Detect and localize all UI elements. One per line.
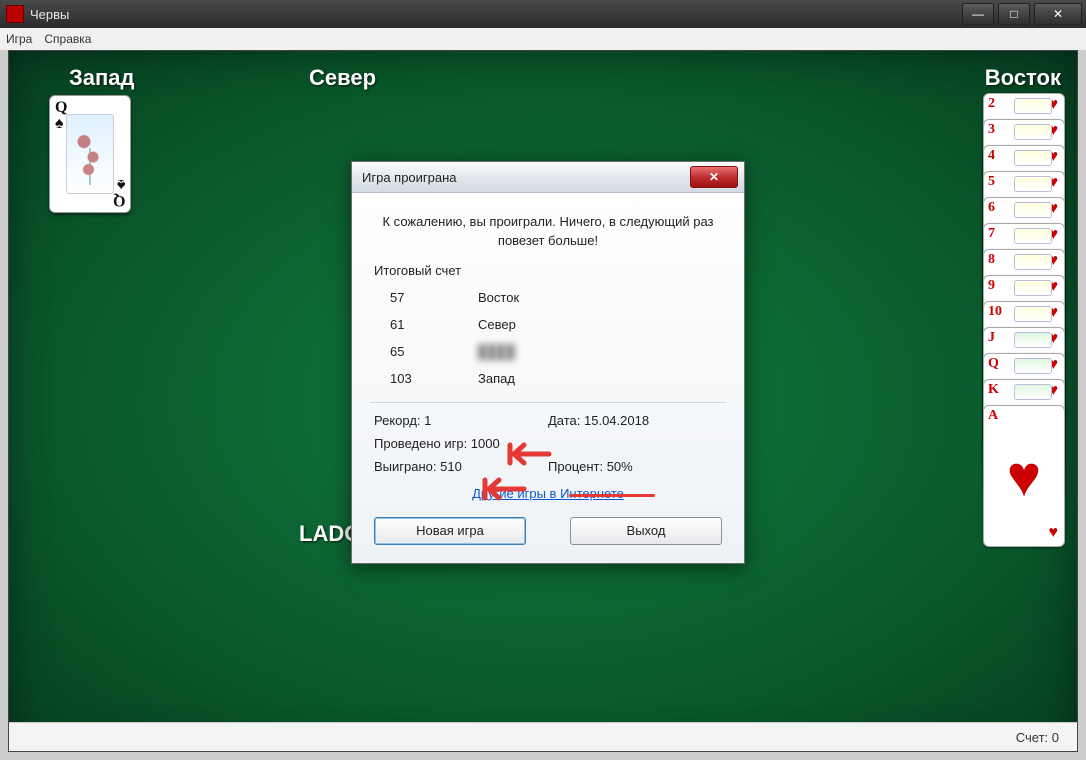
stat-date: Дата: 15.04.2018: [548, 413, 722, 428]
new-game-button[interactable]: Новая игра: [374, 517, 526, 545]
stat-record: Рекорд: 1: [374, 413, 548, 428]
menu-game[interactable]: Игра: [6, 32, 32, 46]
annotation-underline: [569, 494, 655, 497]
score-value: 103: [390, 371, 430, 386]
card-rank: 9: [988, 278, 995, 294]
window-title: Червы: [30, 7, 69, 22]
dialog-body: К сожалению, вы проиграли. Ничего, в сле…: [352, 193, 744, 563]
card-west-queen-spades[interactable]: Q♠ Q♠: [49, 95, 131, 213]
close-icon: ✕: [709, 170, 719, 184]
close-button[interactable]: ✕: [1034, 3, 1082, 25]
score-player: Запад: [478, 371, 618, 386]
score-value: 0: [1052, 730, 1059, 745]
stat-games-played: Проведено игр: 1000: [374, 436, 548, 451]
card-rank: A: [988, 408, 998, 424]
card-rank: J: [988, 330, 995, 346]
exit-button[interactable]: Выход: [570, 517, 722, 545]
card-rank: 5: [988, 174, 995, 190]
card-east-a-hearts[interactable]: A ♥♥: [983, 405, 1065, 547]
maximize-button[interactable]: □: [998, 3, 1030, 25]
window-buttons: — □ ✕: [962, 3, 1082, 25]
heart-icon: ♥: [984, 426, 1064, 526]
score-row: 103 Запад: [390, 365, 722, 392]
score-row: 57 Восток: [390, 284, 722, 311]
titlebar: Червы — □ ✕: [0, 0, 1086, 28]
spade-icon: ♠: [117, 176, 126, 193]
label-east: Восток: [985, 65, 1061, 91]
score-player: Восток: [478, 290, 618, 305]
score-table: 57 Восток 61 Север 65 ████ 103 Запад: [390, 284, 722, 392]
app-window: Червы — □ ✕ Игра Справка Запад Север Вос…: [0, 0, 1086, 760]
score-value: 65: [390, 344, 430, 359]
divider: [370, 402, 726, 403]
stat-won: Выиграно: 510: [374, 459, 548, 474]
score-row: 61 Север: [390, 311, 722, 338]
card-rank: Q: [988, 356, 999, 372]
card-rank: 2: [988, 96, 995, 112]
label-west: Запад: [69, 65, 135, 91]
card-rank: 7: [988, 226, 995, 242]
spade-icon: ♠: [55, 115, 64, 132]
card-rank: 6: [988, 200, 995, 216]
dialog-titlebar: Игра проиграна ✕: [352, 162, 744, 193]
minimize-button[interactable]: —: [962, 3, 994, 25]
stats-grid: Рекорд: 1 Дата: 15.04.2018 Проведено игр…: [374, 413, 722, 474]
score-value: 61: [390, 317, 430, 332]
score-row: 65 ████: [390, 338, 722, 365]
score-value: 57: [390, 290, 430, 305]
stat-percent: Процент: 50%: [548, 459, 722, 474]
card-rank: 10: [988, 304, 1002, 320]
game-over-dialog: Игра проиграна ✕ К сожалению, вы проигра…: [351, 161, 745, 564]
menu-help[interactable]: Справка: [44, 32, 91, 46]
game-area: Запад Север Восток LADO Q♠ Q♠ 2♥3♥4♥5♥6♥…: [8, 50, 1078, 752]
dialog-close-button[interactable]: ✕: [690, 166, 738, 188]
label-north: Север: [309, 65, 376, 91]
status-bar: Счет: 0: [9, 722, 1077, 751]
menubar: Игра Справка: [0, 28, 1086, 51]
final-score-heading: Итоговый счет: [374, 263, 722, 278]
score-player: ████: [478, 344, 618, 359]
app-icon: [6, 5, 24, 23]
card-rank: 3: [988, 122, 995, 138]
card-rank: 4: [988, 148, 995, 164]
score-label: Счет:: [1016, 730, 1048, 745]
card-rank: 8: [988, 252, 995, 268]
card-rank: K: [988, 382, 999, 398]
heart-icon: ♥: [1049, 524, 1059, 542]
dialog-title: Игра проиграна: [362, 170, 457, 185]
score-player: Север: [478, 317, 618, 332]
dialog-message: К сожалению, вы проиграли. Ничего, в сле…: [374, 213, 722, 251]
card-art: [66, 114, 114, 194]
